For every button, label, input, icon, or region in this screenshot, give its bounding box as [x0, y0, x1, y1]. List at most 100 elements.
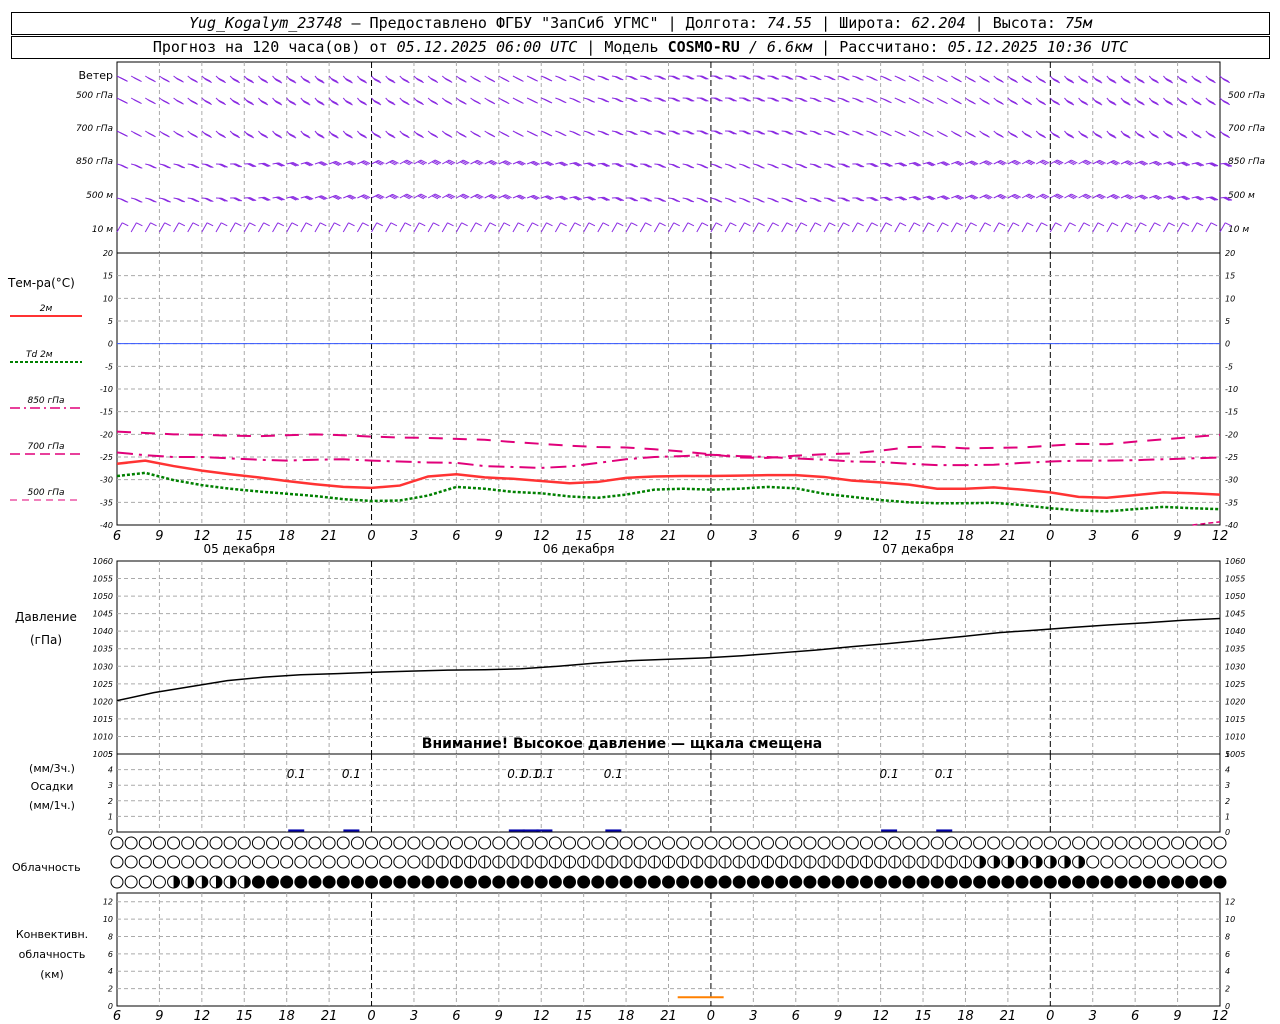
wind-barb-feather — [939, 132, 946, 136]
wind-barb-staff — [724, 222, 731, 233]
wind-barb-feather — [1012, 222, 1020, 227]
wind-barb-feather — [133, 99, 140, 103]
wind-barb-feather — [515, 131, 522, 136]
wind-barb-staff — [554, 222, 562, 233]
wind-barb-feather — [925, 131, 932, 136]
wind-barb-feather — [164, 222, 171, 227]
cloud-symbol — [1142, 875, 1156, 889]
precip-label: 0.1 — [604, 767, 623, 781]
cloud-symbol — [209, 836, 223, 850]
wind-barb-feather — [800, 222, 808, 227]
cloud-symbol — [1043, 875, 1057, 889]
wind-barb-staff — [1092, 222, 1099, 233]
wind-barb-feather — [572, 131, 579, 136]
precip-label: 0.1 — [935, 767, 954, 781]
wind-barb-feather — [557, 98, 565, 103]
wind-barb-staff — [484, 222, 491, 233]
cloud-symbol-fill — [187, 876, 194, 888]
x-tick-label-bottom: 15 — [575, 1009, 592, 1024]
x-tick-label-temp: 9 — [834, 529, 842, 544]
wind-barb-staff — [583, 222, 590, 233]
precip-bar — [881, 829, 898, 832]
cloud-symbol — [209, 855, 223, 869]
x-tick-label-bottom: 6 — [113, 1009, 121, 1024]
precip-bar — [343, 829, 360, 832]
cloud-symbol-fill — [230, 876, 237, 888]
y-tick-label-left: 2 — [108, 797, 113, 806]
wind-barb-feather — [869, 76, 876, 81]
cloud-symbol — [916, 836, 930, 850]
wind-barb-feather — [1083, 222, 1091, 227]
temp-legend-label: 500 гПа — [27, 488, 64, 498]
cloud-symbol — [1029, 875, 1043, 889]
x-tick-label-bottom: 0 — [707, 1009, 715, 1024]
y-tick-label-right: 10 — [1225, 915, 1235, 924]
wind-barb-feather — [178, 222, 186, 227]
y-tick-label-left: -10 — [100, 385, 113, 394]
y-tick-label-left: -25 — [100, 453, 113, 462]
wind-barb-staff — [1078, 222, 1085, 233]
wind-barb-staff — [682, 222, 689, 233]
cloud-symbol — [251, 836, 265, 850]
cloud-symbol — [958, 836, 972, 850]
y-tick-label-right: -30 — [1225, 476, 1238, 485]
wind-barb-staff — [399, 222, 406, 233]
wind-barb-staff — [965, 222, 972, 233]
wind-level-label-left: 500 гПа — [76, 91, 113, 101]
wind-barb-feather — [133, 77, 140, 81]
cloud-symbol — [350, 836, 364, 850]
cloud-symbol — [449, 875, 463, 889]
cloud-symbol — [902, 836, 916, 850]
cloud-symbol — [930, 875, 944, 889]
wind-barb-feather — [786, 222, 794, 227]
wind-barb-staff — [696, 222, 703, 233]
wind-barb-staff — [243, 222, 250, 233]
wind-barb-staff — [342, 222, 349, 233]
y-tick-label-right: -20 — [1225, 430, 1238, 439]
wind-barb-staff — [880, 222, 887, 233]
wind-barb-feather — [486, 99, 494, 104]
wind-barb-feather — [970, 222, 977, 227]
wind-barb-staff — [158, 222, 166, 233]
x-tick-label-temp: 0 — [367, 529, 375, 544]
wind-barb-staff — [950, 222, 958, 233]
cloud-symbol — [619, 875, 633, 889]
wind-barb-staff — [823, 222, 830, 233]
wind-barb-feather — [925, 98, 932, 103]
cloud-symbol — [336, 875, 350, 889]
wind-barb-staff — [300, 222, 307, 233]
cloud-symbol — [817, 836, 831, 850]
x-tick-label-bottom: 12 — [533, 1009, 550, 1024]
y-tick-label-right: 0 — [1225, 340, 1230, 349]
wind-barb-feather — [1154, 222, 1161, 227]
wind-barb-feather — [305, 222, 313, 227]
wind-barb-staff — [385, 222, 392, 233]
cloud-symbol — [110, 855, 124, 869]
cloud-symbol — [478, 875, 492, 889]
wind-barb-feather — [543, 131, 551, 136]
y-tick-label-right: 4 — [1225, 766, 1230, 775]
x-tick-label-bottom: 6 — [452, 1009, 460, 1024]
y-tick-label-left: 10 — [103, 294, 113, 303]
y-tick-label-right: -15 — [1225, 408, 1238, 417]
wind-barb-feather — [532, 222, 539, 227]
y-tick-label-left: 1025 — [93, 680, 113, 689]
cloud-symbol — [746, 836, 760, 850]
cloud-symbol — [365, 855, 379, 869]
day-label: 05 декабря — [203, 542, 275, 556]
wind-barb-feather — [956, 222, 963, 227]
x-tick-label-bottom: 6 — [792, 1009, 800, 1024]
y-tick-label-left: 1020 — [93, 697, 113, 706]
cloud-symbol — [944, 875, 958, 889]
x-tick-label-bottom: 21 — [321, 1009, 338, 1024]
wind-barb-feather — [701, 222, 709, 227]
wind-level-label-left: 500 м — [86, 191, 113, 201]
wind-barb-feather — [334, 222, 341, 227]
y-tick-label-right: 3 — [1225, 781, 1230, 790]
cloud-symbol — [1142, 836, 1156, 850]
cloud-symbol — [859, 836, 873, 850]
wind-barb-staff — [1205, 222, 1212, 233]
temp-legend-label: 2м — [40, 304, 53, 314]
cloud-symbol — [662, 875, 675, 889]
wind-barb-staff — [979, 222, 986, 233]
